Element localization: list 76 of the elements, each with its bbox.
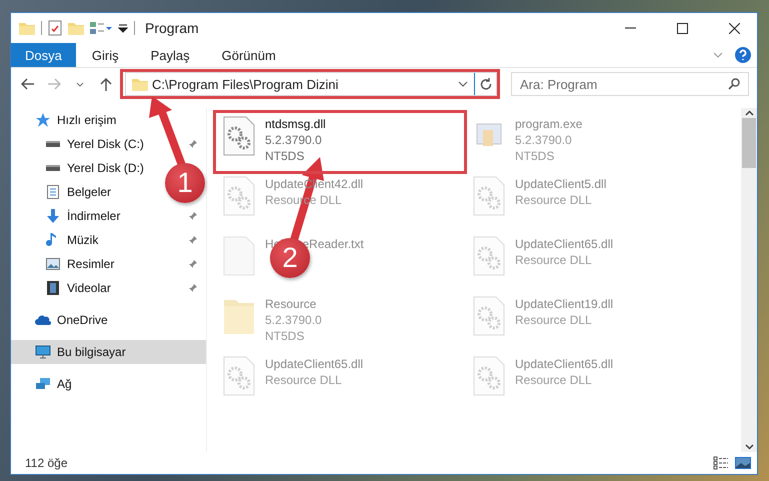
gear-document-icon	[223, 176, 255, 216]
properties-icon[interactable]	[48, 20, 62, 36]
gear-document-icon	[473, 236, 505, 276]
file-detail: Resource DLL	[515, 252, 593, 268]
pin-icon[interactable]	[188, 283, 198, 293]
download-arrow-icon	[45, 208, 61, 224]
ribbon-tab[interactable]: Dosya	[11, 43, 76, 67]
scrollbar[interactable]	[741, 108, 757, 452]
search-box[interactable]: Ara: Program	[511, 72, 749, 96]
scroll-down-icon[interactable]	[744, 444, 754, 450]
nav-item[interactable]: Yerel Disk (D:)	[11, 156, 152, 180]
nav-item[interactable]: İndirmeler	[11, 204, 206, 228]
help-icon[interactable]	[735, 47, 751, 63]
nav-item[interactable]: Bu bilgisayar	[11, 340, 206, 364]
nav-item[interactable]: Hızlı erişim	[11, 108, 124, 132]
address-field[interactable]: C:\Program Files\Program Dizini	[148, 74, 458, 94]
document-icon	[223, 236, 255, 276]
document-icon	[45, 184, 61, 200]
pin-icon[interactable]	[188, 235, 198, 245]
nav-item[interactable]: Ağ	[11, 372, 80, 396]
ribbon-tab[interactable]: Giriş	[76, 43, 135, 67]
gear-document-icon	[473, 356, 505, 396]
file-detail: NT5DS	[265, 148, 306, 164]
new-folder-icon	[68, 21, 84, 35]
view-dropdown-icon[interactable]	[90, 21, 112, 35]
search-icon[interactable]	[728, 78, 740, 90]
picture-icon	[45, 256, 61, 272]
file-detail: 5.2.3790.0	[265, 312, 322, 328]
file-detail: NT5DS	[515, 148, 556, 164]
file-detail: Resource DLL	[515, 372, 593, 388]
large-icons-view-icon[interactable]	[735, 456, 751, 470]
nav-item[interactable]: Resimler	[11, 252, 206, 276]
pin-icon[interactable]	[188, 259, 198, 269]
film-icon	[45, 280, 61, 296]
gear-document-icon	[473, 296, 505, 336]
drive-icon	[45, 165, 61, 171]
close-icon	[728, 22, 740, 34]
file-detail: Resource DLL	[515, 192, 593, 208]
forward-arrow-icon	[47, 78, 61, 90]
monitor-icon	[35, 344, 51, 360]
nav-item[interactable]: Belgeler	[11, 180, 120, 204]
file-detail: 5.2.3790.0	[515, 132, 573, 148]
nav-item[interactable]: Yerel Disk (C:)	[11, 132, 206, 156]
folder-icon	[19, 21, 35, 35]
star-icon	[35, 112, 51, 128]
nav-item[interactable]: Müzik	[11, 228, 206, 252]
ribbon-tab[interactable]: Paylaş	[134, 43, 206, 67]
gear-document-icon	[473, 176, 505, 216]
customize-caret-icon[interactable]	[118, 23, 128, 33]
drive-icon	[45, 141, 61, 147]
scroll-up-icon[interactable]	[744, 110, 754, 116]
back-arrow-icon	[21, 78, 35, 90]
pin-icon[interactable]	[188, 211, 198, 221]
up-arrow-icon	[100, 77, 112, 91]
gear-document-icon	[223, 356, 255, 396]
file-detail: Resource DLL	[515, 312, 593, 328]
window-title: Program	[145, 20, 200, 36]
scrollbar-thumb[interactable]	[742, 118, 756, 168]
folder-icon	[132, 77, 148, 91]
item-count: 112 öğe	[25, 456, 68, 470]
network-icon	[35, 376, 51, 392]
minimize-icon	[624, 27, 636, 29]
maximize-icon	[676, 22, 688, 34]
nav-item[interactable]: Videolar	[11, 276, 206, 300]
refresh-icon	[480, 78, 492, 90]
chevron-down-icon[interactable]	[458, 81, 468, 87]
chevron-down-icon	[76, 82, 84, 86]
pin-icon[interactable]	[188, 139, 198, 149]
file-detail: Resource DLL	[265, 372, 343, 388]
nav-item[interactable]: OneDrive	[11, 308, 116, 332]
file-name[interactable]: ntdsmsg.dll	[265, 116, 326, 132]
file-detail: 5.2.3790.0	[265, 132, 323, 148]
gear-document-icon	[223, 116, 255, 156]
ribbon-tab[interactable]: Görünüm	[206, 43, 292, 67]
file-detail: NT5DS	[265, 328, 306, 344]
details-view-icon[interactable]	[713, 456, 729, 470]
